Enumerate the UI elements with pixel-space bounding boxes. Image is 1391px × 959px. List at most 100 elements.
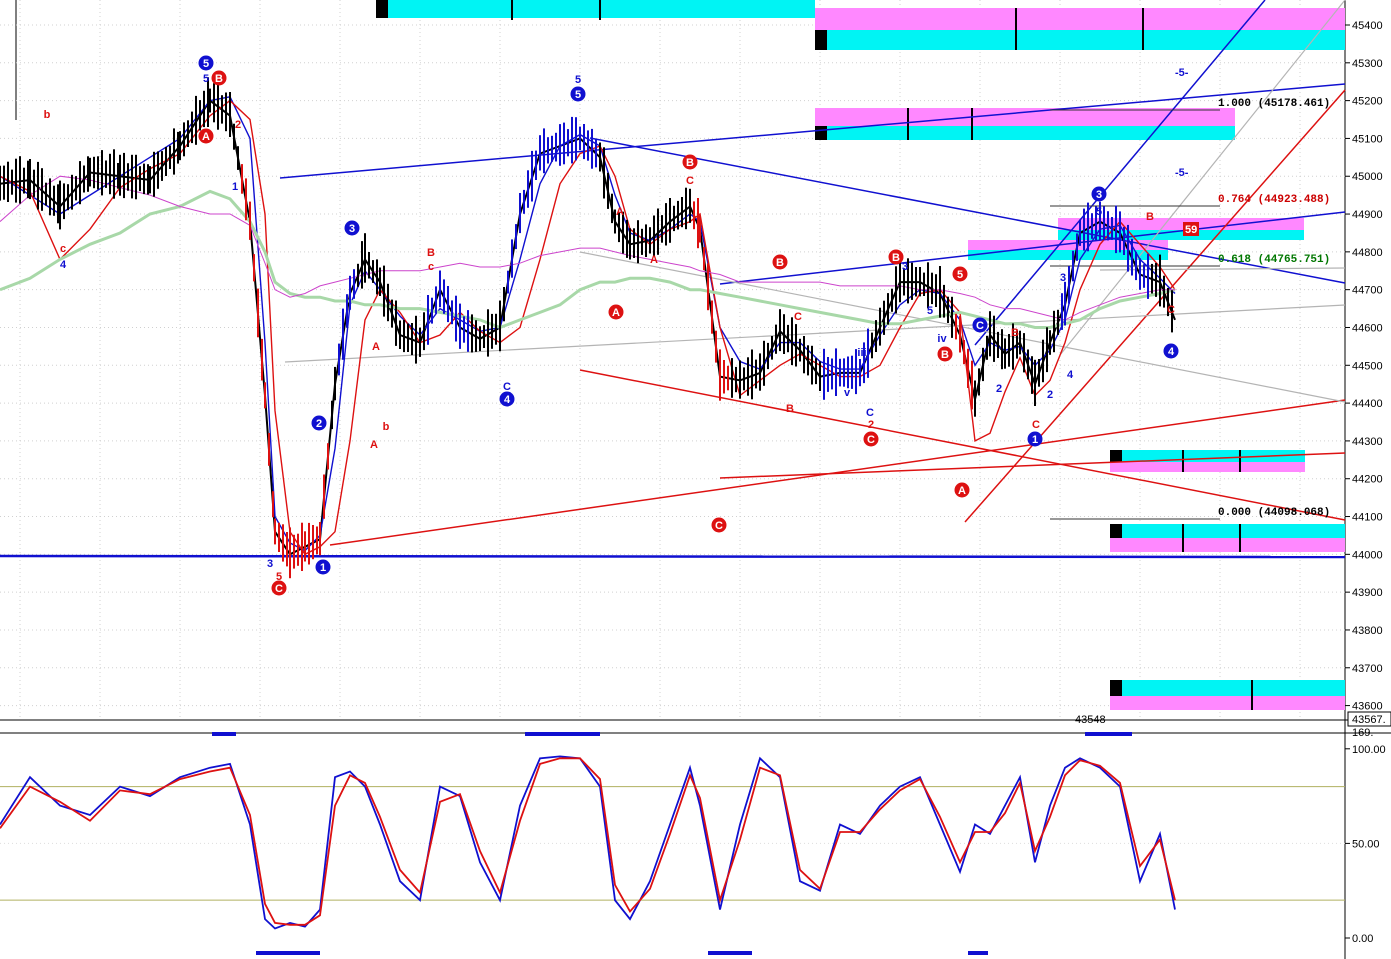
wave-label: v xyxy=(844,387,851,399)
price-tick-label: 45300 xyxy=(1352,58,1383,70)
osc-tick-label: 50.00 xyxy=(1352,838,1380,850)
fifth-label-top: -5- xyxy=(1175,67,1189,79)
wave-label: C xyxy=(686,175,694,187)
flag-label: 59 xyxy=(1185,224,1197,236)
wave-label: 3 xyxy=(349,223,355,235)
wave-label: 5 xyxy=(575,89,581,101)
zone-marker xyxy=(815,126,827,140)
wave-label: 3 xyxy=(902,261,908,273)
wave-label: 5 xyxy=(927,305,933,317)
fib-label-0000: 0.000 (44098.068) xyxy=(1218,507,1330,519)
last-price-label: 43567. xyxy=(1352,714,1386,726)
wave-label: 5 xyxy=(203,58,209,70)
wave-label: 4 xyxy=(1067,369,1074,381)
zone-box xyxy=(1110,462,1305,472)
price-tick-label: 45200 xyxy=(1352,96,1383,108)
wave-label: A xyxy=(958,485,966,497)
wave-label: 3 xyxy=(1060,272,1066,284)
wave-label: C xyxy=(794,311,802,323)
price-tick-label: 43900 xyxy=(1352,587,1383,599)
wave-label: 2 xyxy=(316,418,322,430)
zone-marker xyxy=(1110,680,1122,696)
wave-label: A xyxy=(370,439,378,451)
zone-box xyxy=(1110,696,1345,710)
price-tick-label: 44000 xyxy=(1352,549,1383,561)
wave-label: C xyxy=(503,381,511,393)
wave-label: 4 xyxy=(504,394,511,406)
wave-label: B xyxy=(686,157,694,169)
wave-label: 2 xyxy=(868,419,874,431)
zone-marker xyxy=(1110,450,1122,462)
zone-box xyxy=(815,126,1235,140)
low-marker-label: 43548 xyxy=(1075,714,1106,726)
price-tick-label: 44800 xyxy=(1352,247,1383,259)
wave-label: B xyxy=(776,257,784,269)
wave-label: C xyxy=(1167,304,1175,316)
zone-marker xyxy=(815,30,827,50)
wave-label: 2 xyxy=(1047,389,1053,401)
chart-canvas: 45400 45300 45200 45100 45000 44900 44800 44700… xyxy=(0,0,1391,959)
wave-label: B xyxy=(892,252,900,264)
wave-label: B xyxy=(215,73,223,85)
wave-label: 1 xyxy=(1032,434,1038,446)
price-tick-label: 45000 xyxy=(1352,171,1383,183)
price-tick-label: 44600 xyxy=(1352,322,1383,334)
wave-label: B xyxy=(941,349,949,361)
price-tick-label: 44900 xyxy=(1352,209,1383,221)
wave-label: B xyxy=(1146,211,1154,223)
wave-label: A xyxy=(616,206,624,218)
price-tick-label: 44400 xyxy=(1352,398,1383,410)
fifth-label-mid: -5- xyxy=(1175,167,1189,179)
trendline xyxy=(0,554,1346,559)
wave-label: A xyxy=(612,307,620,319)
wave-label: 5 xyxy=(203,73,209,85)
wave-label: B xyxy=(1011,327,1019,339)
wave-label: C xyxy=(1032,419,1040,431)
wave-label: 4 xyxy=(1168,346,1175,358)
wave-label: 2 xyxy=(235,119,241,131)
wave-label: 5 xyxy=(575,74,581,86)
wave-label: b xyxy=(44,109,51,121)
zone-marker xyxy=(1110,524,1122,538)
osc-tick-label: 0.00 xyxy=(1352,933,1373,945)
price-tick-label: 45100 xyxy=(1352,133,1383,145)
fib-label-0618: 0.618 (44765.751) xyxy=(1218,254,1330,266)
fib-label-0764: 0.764 (44923.488) xyxy=(1218,194,1330,206)
fib-label-1000: 1.000 (45178.461) xyxy=(1218,98,1330,110)
price-tick-label: 44100 xyxy=(1352,512,1383,524)
price-tick-label: 45400 xyxy=(1352,20,1383,32)
price-tick-label: 44700 xyxy=(1352,285,1383,297)
price-tick-label: 44200 xyxy=(1352,474,1383,486)
wave-label: c xyxy=(428,261,434,273)
wave-label: A xyxy=(372,341,380,353)
osc-top-value: 169. xyxy=(1352,727,1373,739)
background xyxy=(0,0,1391,959)
wave-label: A xyxy=(202,131,210,143)
wave-label: 5 xyxy=(1096,206,1102,218)
wave-label: 2 xyxy=(996,383,1002,395)
wave-label: b xyxy=(383,421,390,433)
chart-window: 45400 45300 45200 45100 45000 44900 44800 44700… xyxy=(0,0,1391,959)
wave-label: 1 xyxy=(320,562,326,574)
price-tick-label: 43700 xyxy=(1352,663,1383,675)
price-tick-label: 43800 xyxy=(1352,625,1383,637)
zone-box xyxy=(1110,538,1345,552)
wave-label: C xyxy=(867,434,875,446)
zone-marker xyxy=(376,0,388,18)
wave-label: B xyxy=(786,403,794,415)
price-tick-label: 44300 xyxy=(1352,436,1383,448)
zone-box xyxy=(1110,680,1345,696)
zone-box xyxy=(1110,524,1345,538)
wave-label: 4 xyxy=(60,259,67,271)
wave-label: C xyxy=(866,407,874,419)
wave-label: A xyxy=(650,254,658,266)
wave-label: iv xyxy=(937,333,947,345)
wave-label: 5 xyxy=(957,269,963,281)
price-tick-label: 44500 xyxy=(1352,360,1383,372)
wave-label: iii xyxy=(857,347,866,359)
wave-label: C xyxy=(976,320,984,332)
wave-label: C xyxy=(715,520,723,532)
wave-label: c xyxy=(60,243,66,255)
wave-label: 3 xyxy=(267,558,273,570)
wave-label: 3 xyxy=(1096,189,1102,201)
